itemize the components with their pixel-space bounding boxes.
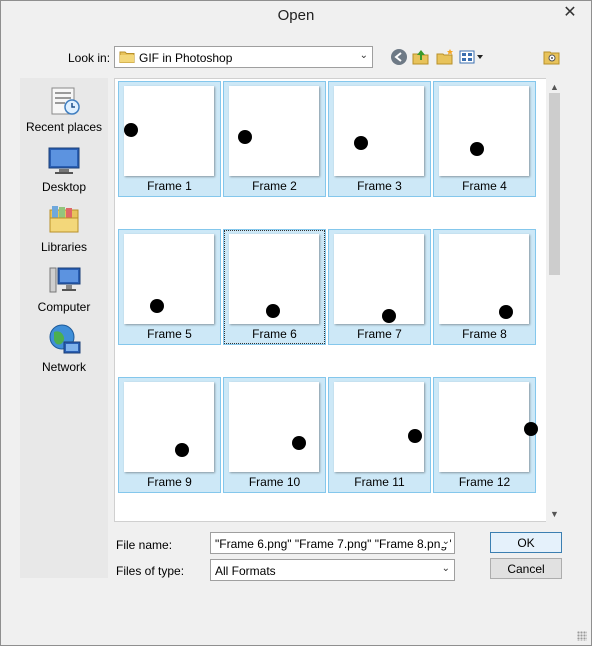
libraries-icon bbox=[49, 206, 79, 233]
file-thumbnail bbox=[229, 234, 319, 324]
file-thumbnail bbox=[229, 382, 319, 472]
files-of-type-select[interactable]: All Formats ⌄ bbox=[210, 559, 455, 581]
computer-icon bbox=[49, 267, 81, 293]
file-tile[interactable]: Frame 2 bbox=[223, 81, 326, 197]
network-icon bbox=[49, 324, 81, 354]
resize-grip-icon[interactable] bbox=[577, 631, 587, 641]
back-arrow-icon bbox=[391, 49, 407, 65]
place-label: Desktop bbox=[41, 180, 87, 194]
dot-mark bbox=[175, 443, 189, 457]
open-dialog: Open ✕ Look in: GIF in Photoshop ⌄ Recen… bbox=[0, 0, 592, 646]
file-name: Frame 5 bbox=[147, 327, 192, 341]
file-name-value: "Frame 6.png" "Frame 7.png" "Frame 8.png… bbox=[215, 537, 455, 551]
look-in-label: Look in: bbox=[68, 51, 111, 65]
file-tile[interactable]: Frame 12 bbox=[433, 377, 538, 493]
up-folder-button[interactable] bbox=[410, 47, 432, 67]
recent-places-icon bbox=[51, 87, 80, 115]
vertical-scrollbar[interactable]: ▲ ▼ bbox=[546, 78, 563, 522]
file-name-combo[interactable]: "Frame 6.png" "Frame 7.png" "Frame 8.png… bbox=[210, 532, 455, 554]
up-folder-icon bbox=[412, 50, 429, 65]
files-of-type-value: All Formats bbox=[215, 564, 276, 578]
dot-mark bbox=[124, 123, 138, 137]
file-thumbnail bbox=[124, 234, 214, 324]
file-name: Frame 7 bbox=[357, 327, 402, 341]
file-thumbnail bbox=[229, 86, 319, 176]
look-in-value: GIF in Photoshop bbox=[139, 51, 233, 65]
back-button[interactable] bbox=[388, 47, 410, 67]
new-folder-icon bbox=[436, 49, 453, 65]
dot-mark bbox=[150, 299, 164, 313]
chevron-down-icon[interactable]: ⌄ bbox=[439, 536, 450, 547]
file-list-view[interactable]: Frame 1 Frame 2 Frame 3 Frame 4 Frame 5 Frame… bbox=[114, 78, 563, 522]
place-label: Computer bbox=[37, 300, 91, 314]
files-of-type-label: Files of type: bbox=[116, 564, 185, 578]
file-tile[interactable]: Frame 1 bbox=[118, 81, 221, 197]
file-thumbnail bbox=[439, 382, 538, 472]
place-label: Libraries bbox=[40, 240, 88, 254]
dot-mark bbox=[266, 304, 280, 318]
file-name: Frame 2 bbox=[252, 179, 297, 193]
place-libraries[interactable]: Libraries bbox=[20, 202, 108, 254]
file-name: Frame 4 bbox=[462, 179, 507, 193]
file-name: Frame 11 bbox=[354, 475, 405, 489]
file-name: Frame 3 bbox=[357, 179, 402, 193]
dot-mark bbox=[524, 422, 538, 436]
file-name: Frame 1 bbox=[147, 179, 192, 193]
file-tile[interactable]: Frame 6 bbox=[223, 229, 326, 345]
file-tile[interactable]: Frame 11 bbox=[328, 377, 431, 493]
scroll-down-icon[interactable]: ▼ bbox=[546, 505, 563, 522]
file-tile[interactable]: Frame 7 bbox=[328, 229, 431, 345]
place-desktop[interactable]: Desktop bbox=[20, 142, 108, 194]
file-name-label: File name: bbox=[116, 538, 173, 552]
place-computer[interactable]: Computer bbox=[20, 262, 108, 314]
chevron-down-icon: ⌄ bbox=[441, 563, 450, 574]
file-tile[interactable]: Frame 4 bbox=[433, 81, 536, 197]
look-in-combo[interactable]: GIF in Photoshop ⌄ bbox=[114, 46, 373, 68]
view-menu-icon bbox=[459, 50, 483, 64]
file-name: Frame 12 bbox=[458, 475, 511, 489]
file-thumbnail bbox=[124, 86, 214, 176]
title-bar: Open ✕ bbox=[1, 1, 591, 31]
file-name: Frame 9 bbox=[147, 475, 192, 489]
folder-options-button[interactable] bbox=[541, 47, 563, 67]
dot-mark bbox=[292, 436, 306, 450]
file-tile[interactable]: Frame 5 bbox=[118, 229, 221, 345]
dot-mark bbox=[238, 130, 252, 144]
new-folder-button[interactable] bbox=[434, 47, 456, 67]
file-thumbnail bbox=[334, 86, 424, 176]
file-tile[interactable]: Frame 8 bbox=[433, 229, 536, 345]
file-name: Frame 6 bbox=[252, 327, 297, 341]
scrollbar-thumb[interactable] bbox=[549, 93, 560, 275]
ok-button[interactable]: OK bbox=[490, 532, 562, 553]
place-label: Network bbox=[41, 360, 86, 374]
file-tile[interactable]: Frame 3 bbox=[328, 81, 431, 197]
folder-options-icon bbox=[543, 51, 560, 65]
close-icon: ✕ bbox=[563, 4, 577, 21]
close-button[interactable]: ✕ bbox=[557, 1, 583, 23]
file-thumbnail bbox=[124, 382, 214, 472]
place-recent-places[interactable]: Recent places bbox=[20, 82, 108, 134]
dialog-title: Open bbox=[277, 7, 315, 24]
desktop-icon bbox=[48, 147, 80, 174]
places-bar: Recent places Desktop Libraries Computer… bbox=[20, 78, 108, 578]
dot-mark bbox=[499, 305, 513, 319]
file-name: Frame 8 bbox=[462, 327, 507, 341]
place-label: Recent places bbox=[25, 120, 103, 134]
file-thumbnail bbox=[439, 234, 529, 324]
dot-mark bbox=[382, 309, 396, 323]
dot-mark bbox=[354, 136, 368, 150]
file-thumbnail bbox=[334, 382, 424, 472]
folder-icon bbox=[119, 51, 135, 63]
place-network[interactable]: Network bbox=[20, 322, 108, 374]
file-thumbnail bbox=[334, 234, 424, 324]
file-tile[interactable]: Frame 10 bbox=[223, 377, 326, 493]
cancel-button[interactable]: Cancel bbox=[490, 558, 562, 579]
dot-mark bbox=[408, 429, 422, 443]
dot-mark bbox=[470, 142, 484, 156]
file-thumbnail bbox=[439, 86, 529, 176]
views-menu-button[interactable] bbox=[459, 47, 485, 67]
chevron-down-icon: ⌄ bbox=[359, 50, 368, 61]
file-name: Frame 10 bbox=[248, 475, 301, 489]
file-tile[interactable]: Frame 9 bbox=[118, 377, 221, 493]
